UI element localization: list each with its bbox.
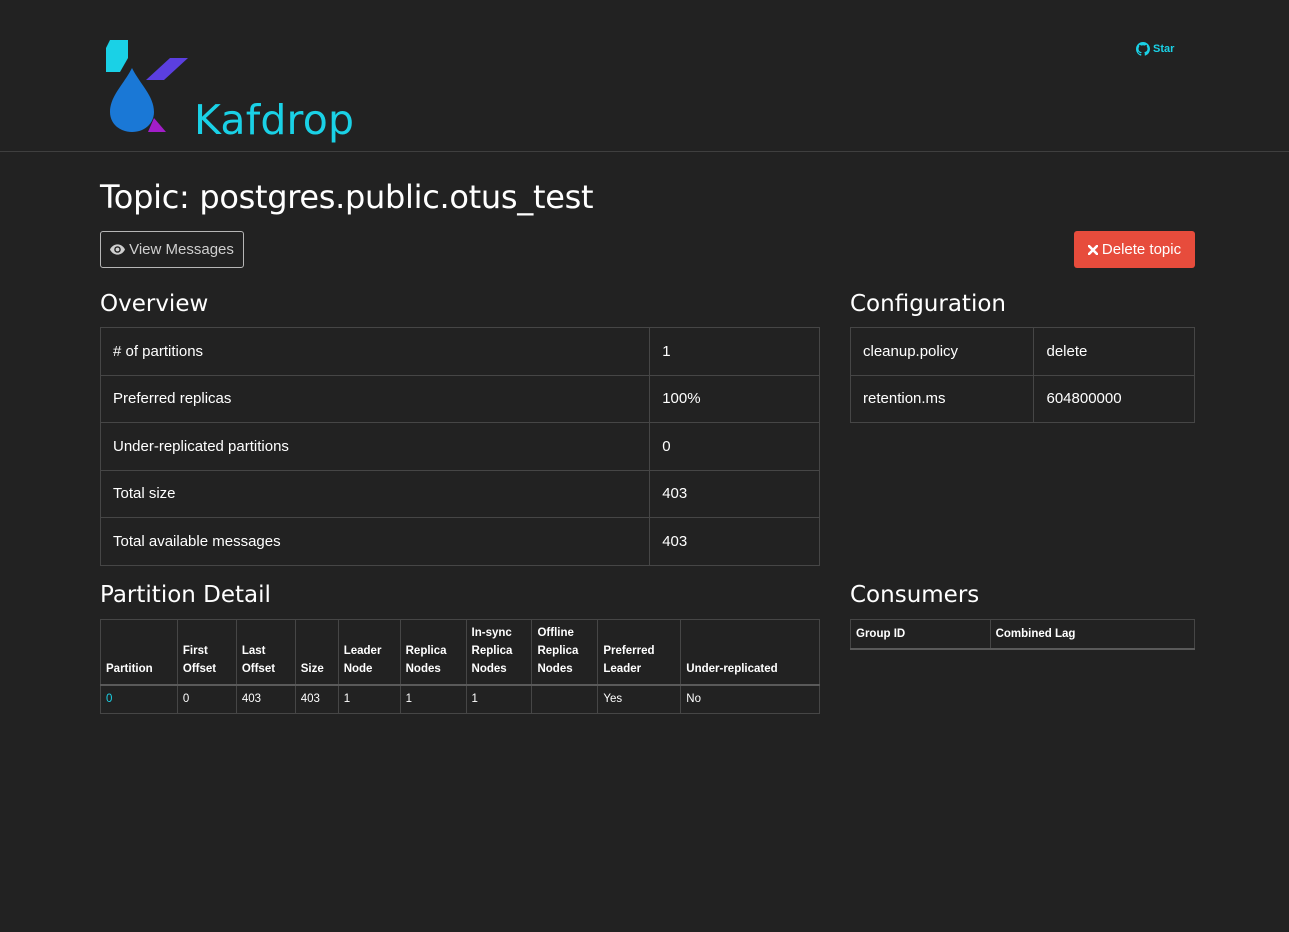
table-row: Preferred replicas 100%: [99, 374, 820, 423]
top-header: Kafdrop Star: [0, 0, 1289, 152]
table-header-row: Group ID Combined Lag: [850, 619, 1196, 650]
kafdrop-logo: [106, 40, 188, 132]
partition-cell: 0: [100, 684, 178, 714]
column-header[interactable]: Last Offset: [235, 619, 296, 686]
consumers-table: Group ID Combined Lag: [850, 619, 1196, 650]
config-key: cleanup.policy: [849, 327, 1035, 376]
star-label: Star: [1153, 43, 1175, 55]
table-row: 0 0 403 403 1 1 1 Yes No: [100, 684, 820, 714]
column-header[interactable]: First Offset: [176, 619, 237, 686]
overview-label: Preferred replicas: [99, 374, 651, 423]
view-messages-button[interactable]: View Messages: [100, 231, 244, 268]
configuration-heading: Configuration: [850, 291, 1006, 317]
replica-nodes-cell: 1: [399, 684, 467, 714]
config-value: 604800000: [1033, 374, 1195, 423]
column-header[interactable]: Size: [294, 619, 339, 686]
delete-topic-button[interactable]: Delete topic: [1074, 231, 1195, 268]
overview-heading: Overview: [100, 291, 209, 317]
partition-detail-table: Partition First Offset Last Offset Size Le…: [100, 619, 820, 714]
overview-value: 403: [649, 517, 820, 566]
in-sync-replica-nodes-cell: 1: [465, 684, 533, 714]
table-row: cleanup.policy delete: [849, 327, 1195, 376]
table-row: Under-replicated partitions 0: [99, 422, 820, 471]
overview-label: # of partitions: [99, 327, 651, 376]
overview-label: Under-replicated partitions: [99, 422, 651, 471]
github-icon: [1136, 42, 1150, 56]
preferred-leader-cell: Yes: [597, 684, 682, 714]
table-row: retention.ms 604800000: [849, 374, 1195, 423]
consumers-heading: Consumers: [850, 582, 980, 608]
overview-value: 0: [649, 422, 820, 471]
overview-value: 1: [649, 327, 820, 376]
last-offset-cell: 403: [235, 684, 296, 714]
column-header[interactable]: Offline Replica Nodes: [531, 619, 599, 686]
overview-label: Total size: [99, 469, 651, 518]
delete-topic-label: Delete topic: [1101, 241, 1182, 258]
eye-icon: [110, 244, 126, 255]
partition-link[interactable]: 0: [106, 693, 112, 705]
column-header[interactable]: Group ID: [850, 619, 991, 650]
page-title: Topic: postgres.public.otus_test: [100, 178, 594, 216]
partition-detail-heading: Partition Detail: [100, 582, 271, 608]
size-cell: 403: [294, 684, 339, 714]
table-header-row: Partition First Offset Last Offset Size Le…: [100, 619, 820, 686]
config-value: delete: [1033, 327, 1195, 376]
leader-node-cell: 1: [337, 684, 401, 714]
column-header[interactable]: Combined Lag: [989, 619, 1196, 650]
brand-name[interactable]: Kafdrop: [194, 96, 354, 144]
configuration-table: cleanup.policy delete retention.ms 60480…: [849, 327, 1195, 423]
first-offset-cell: 0: [176, 684, 237, 714]
offline-replica-nodes-cell: [531, 684, 599, 714]
column-header[interactable]: Preferred Leader: [597, 619, 682, 686]
overview-value: 100%: [649, 374, 820, 423]
under-replicated-cell: No: [680, 684, 820, 714]
overview-value: 403: [649, 469, 820, 518]
column-header[interactable]: Leader Node: [337, 619, 401, 686]
config-key: retention.ms: [849, 374, 1035, 423]
times-icon: [1087, 244, 1098, 255]
github-star-link[interactable]: Star: [1136, 41, 1174, 57]
table-row: Total size 403: [99, 469, 820, 518]
view-messages-label: View Messages: [129, 241, 234, 258]
table-row: # of partitions 1: [99, 327, 820, 376]
overview-label: Total available messages: [99, 517, 651, 566]
table-row: Total available messages 403: [99, 517, 820, 566]
column-header[interactable]: Partition: [100, 619, 178, 686]
column-header[interactable]: In-sync Replica Nodes: [465, 619, 533, 686]
overview-table: # of partitions 1 Preferred replicas 100…: [99, 327, 820, 566]
column-header[interactable]: Under-replicated: [680, 619, 820, 686]
column-header[interactable]: Replica Nodes: [399, 619, 467, 686]
